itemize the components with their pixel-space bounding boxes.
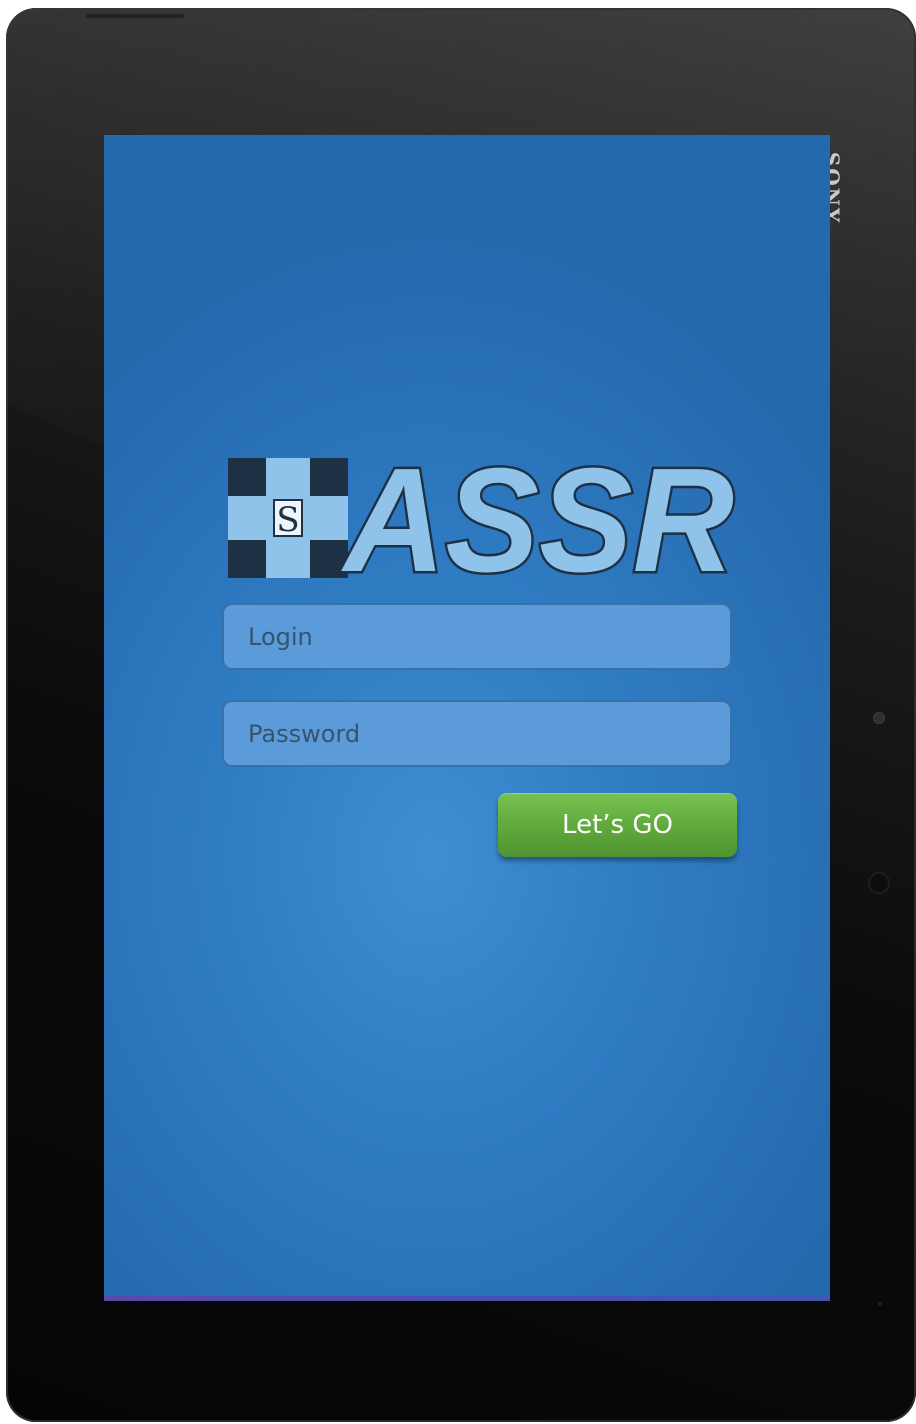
lets-go-button[interactable]: Let’s GO: [498, 793, 737, 857]
password-input[interactable]: [222, 700, 732, 767]
logo-wordmark: ASSR: [340, 453, 734, 583]
assr-logo: S ASSR: [228, 453, 737, 583]
app-screen: S ASSR Let’s GO: [104, 135, 830, 1301]
login-input[interactable]: [222, 603, 732, 670]
front-camera-icon: [870, 874, 888, 892]
device-top-edge: [86, 14, 184, 18]
screen-bottom-accent: [104, 1296, 830, 1301]
light-sensor-icon: [873, 712, 885, 724]
medical-cross-icon: S: [228, 458, 348, 578]
logo-badge-letter: S: [276, 500, 299, 540]
tablet-device: SONY S ASSR Let’s GO: [6, 8, 916, 1422]
indicator-dot-icon: [878, 1302, 882, 1306]
